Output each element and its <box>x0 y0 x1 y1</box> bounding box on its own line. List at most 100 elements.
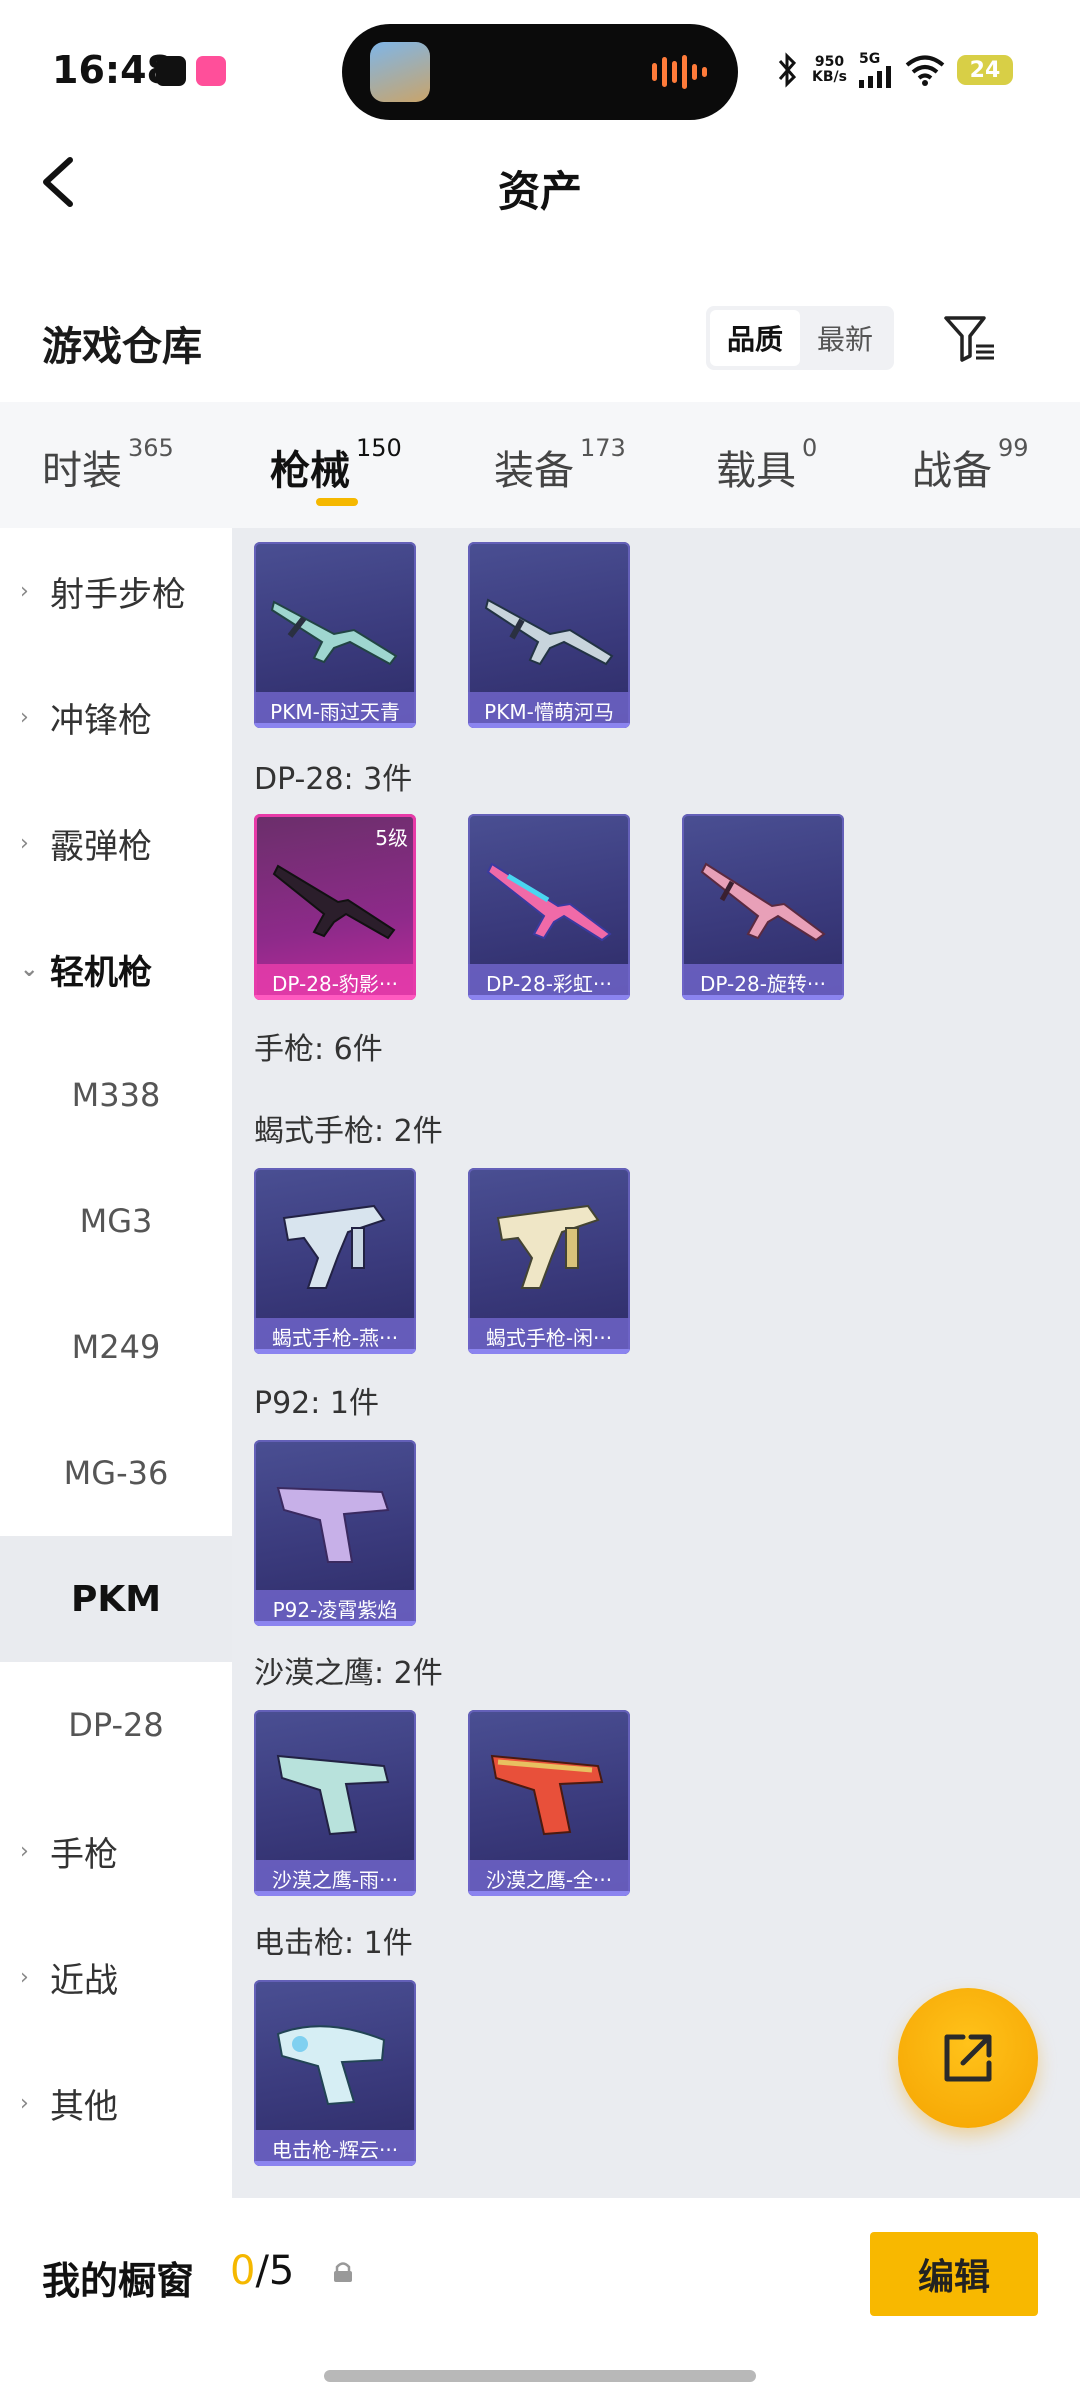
pistol-icon <box>276 1486 390 1563</box>
group-title: 沙漠之鹰: 2件 <box>254 1656 443 1691</box>
rarity-bar <box>468 1891 630 1896</box>
signal-group: 5G <box>858 51 893 88</box>
tab-vehicles[interactable]: 载具 0 <box>716 434 817 496</box>
group-title: DP-28: 3件 <box>254 762 413 797</box>
rifle-icon <box>700 862 826 942</box>
sidebar-item-pkm[interactable]: PKM <box>0 1536 232 1662</box>
wifi-icon <box>905 55 945 86</box>
sidebar-item-mg36[interactable]: MG-36 <box>0 1410 232 1536</box>
chevron-right-icon: › <box>20 704 29 730</box>
rifle-icon <box>486 862 612 942</box>
weapon-card[interactable]: 蝎式手枪-闲··· <box>468 1168 630 1354</box>
sort-quality-button[interactable]: 品质 <box>710 310 800 366</box>
tab-fashion[interactable]: 时装 365 <box>42 434 174 496</box>
group-title: 手枪: 6件 <box>254 1032 383 1067</box>
tab-count: 150 <box>356 434 402 462</box>
sidebar-item-marksman-rifle[interactable]: › 射手步枪 <box>0 528 232 654</box>
status-bar: 16:48 950 KB/s 5G 24 <box>0 0 1080 135</box>
weapon-card[interactable]: PKM-雨过天青 <box>254 542 416 728</box>
weapon-card[interactable]: PKM-懵萌河马 <box>468 542 630 728</box>
warehouse-title: 游戏仓库 <box>42 324 202 370</box>
showcase-count: 0/5 <box>230 2248 294 2294</box>
sidebar-item-melee[interactable]: › 近战 <box>0 1914 232 2040</box>
sidebar-item-label: 轻机枪 <box>50 952 152 993</box>
network-speed: 950 KB/s <box>812 55 847 85</box>
pistol-icon <box>276 1754 390 1836</box>
sidebar-item-label: 近战 <box>50 1960 118 2001</box>
weapon-card[interactable]: DP-28-彩虹··· <box>468 814 630 1000</box>
sidebar-item-label: 手枪 <box>50 1834 118 1875</box>
chevron-right-icon: › <box>20 578 29 604</box>
filter-icon[interactable] <box>942 312 998 366</box>
category-tabs: 时装 365 枪械 150 装备 173 载具 0 战备 99 <box>0 402 1080 528</box>
sidebar-item-label: 霰弹枪 <box>50 826 152 867</box>
showcase-current: 0 <box>230 2248 256 2294</box>
group-title: 蝎式手枪: 2件 <box>254 1114 443 1149</box>
pistol-icon <box>490 1754 604 1836</box>
weapon-card[interactable]: 电击枪-辉云··· <box>254 1980 416 2166</box>
rifle-icon <box>484 598 614 666</box>
signal-icon <box>858 66 891 88</box>
home-indicator[interactable] <box>324 2370 756 2382</box>
speed-value: 950 <box>814 54 845 70</box>
app-notification-icon <box>196 56 226 86</box>
chevron-right-icon: › <box>20 1838 29 1864</box>
rarity-bar <box>254 1891 416 1896</box>
rarity-bar <box>682 995 844 1000</box>
sidebar-item-other[interactable]: › 其他 <box>0 2040 232 2166</box>
network-type: 5G <box>858 51 881 67</box>
rifle-icon <box>270 600 398 666</box>
sidebar-item-smg[interactable]: › 冲锋枪 <box>0 654 232 780</box>
sidebar-item-label: 冲锋枪 <box>50 700 152 741</box>
tab-equipment[interactable]: 装备 173 <box>494 434 626 496</box>
tab-guns[interactable]: 枪械 150 <box>270 434 402 496</box>
dynamic-island[interactable] <box>342 24 738 120</box>
tab-label: 时装 <box>42 448 122 494</box>
sidebar-item-label: 射手步枪 <box>50 574 186 615</box>
weapon-card[interactable]: 5级 DP-28-豹影··· <box>254 814 416 1000</box>
rarity-bar <box>254 723 416 728</box>
tab-supplies[interactable]: 战备 99 <box>912 434 1029 496</box>
active-tab-indicator <box>316 498 358 506</box>
speed-unit: KB/s <box>812 69 847 85</box>
sidebar-item-m249[interactable]: M249 <box>0 1284 232 1410</box>
battery-icon: 24 <box>956 55 1013 85</box>
sidebar-item-dp28[interactable]: DP-28 <box>0 1662 232 1788</box>
showcase-label: 我的橱窗 <box>42 2259 195 2303</box>
sidebar-item-m338[interactable]: M338 <box>0 1032 232 1158</box>
weapon-card[interactable]: P92-凌霄紫焰 <box>254 1440 416 1626</box>
item-grid: PKM-雨过天青 PKM-懵萌河马 DP-28: 3件 5级 DP-28-豹影·… <box>232 528 1080 2198</box>
taser-icon <box>276 2025 386 2106</box>
weapon-card[interactable]: 沙漠之鹰-雨··· <box>254 1710 416 1896</box>
rarity-bar <box>468 723 630 728</box>
sidebar-item-shotgun[interactable]: › 霰弹枪 <box>0 780 232 906</box>
audio-wave-icon <box>652 54 716 90</box>
sidebar-item-lmg[interactable]: ⌄ 轻机枪 <box>0 906 232 1032</box>
rarity-bar <box>468 1349 630 1354</box>
lock-icon <box>334 2262 352 2282</box>
tab-label: 装备 <box>494 448 574 494</box>
tab-count: 0 <box>802 434 818 462</box>
rarity-bar <box>254 995 416 1000</box>
page-title: 资产 <box>497 167 582 216</box>
tab-count: 173 <box>580 434 626 462</box>
edit-button[interactable]: 编辑 <box>870 2232 1038 2316</box>
group-title: 电击枪: 1件 <box>254 1926 413 1961</box>
group-title: P92: 1件 <box>254 1386 379 1421</box>
sidebar: › 射手步枪 › 冲锋枪 › 霰弹枪 ⌄ 轻机枪 M338 MG3 M249 MG-36… <box>0 528 232 2198</box>
share-button[interactable] <box>898 1988 1038 2128</box>
rarity-bar <box>254 1621 416 1626</box>
chevron-down-icon: ⌄ <box>20 956 39 982</box>
sort-newest-button[interactable]: 最新 <box>800 310 890 366</box>
weapon-card[interactable]: 沙漠之鹰-全··· <box>468 1710 630 1896</box>
weapon-card[interactable]: DP-28-旋转··· <box>682 814 844 1000</box>
weapon-card[interactable]: 蝎式手枪-燕··· <box>254 1168 416 1354</box>
app-notification-icon <box>156 56 186 86</box>
sidebar-item-pistol[interactable]: › 手枪 <box>0 1788 232 1914</box>
sidebar-item-mg3[interactable]: MG3 <box>0 1158 232 1284</box>
rifle-icon <box>272 864 396 940</box>
tab-label: 战备 <box>912 448 992 494</box>
status-right: 950 KB/s 5G 24 <box>776 48 1013 92</box>
share-icon <box>944 2034 992 2082</box>
rarity-bar <box>254 2161 416 2166</box>
